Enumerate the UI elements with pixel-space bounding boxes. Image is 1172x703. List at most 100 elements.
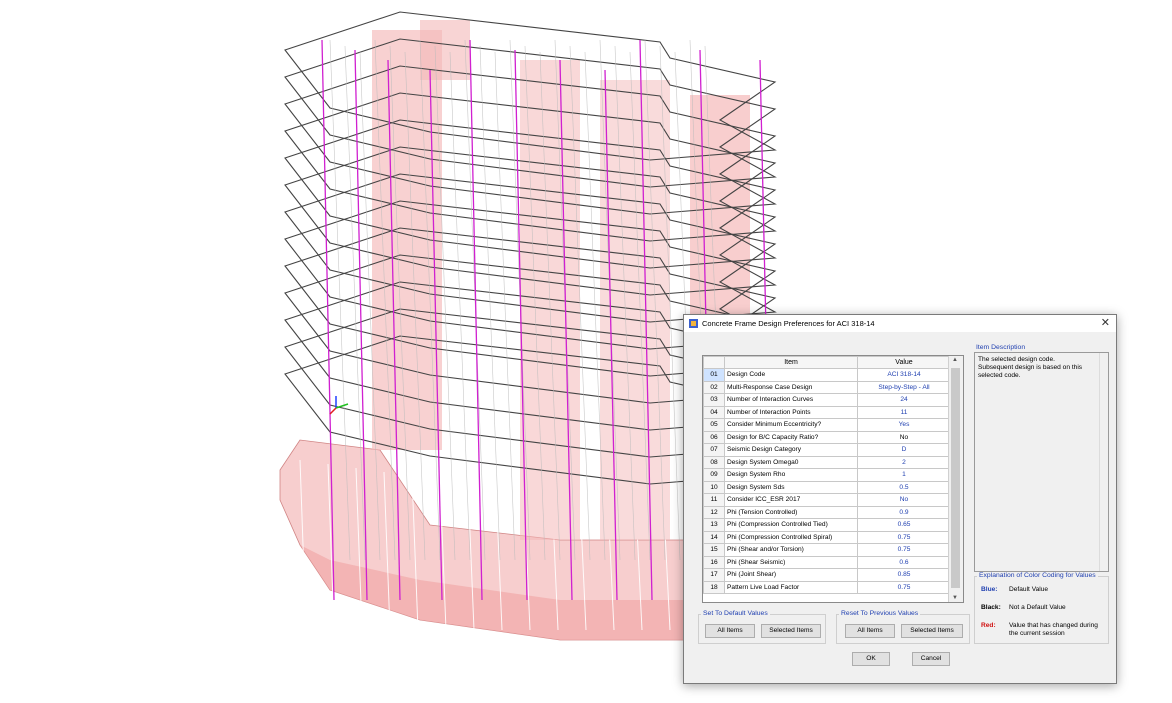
table-row[interactable]: 17 Phi (Joint Shear) 0.85 <box>703 568 951 582</box>
row-item: Design System Sds <box>724 480 858 494</box>
row-number: 16 <box>703 555 725 569</box>
concrete-frame-design-preferences-dialog: Concrete Frame Design Preferences for AC… <box>683 314 1117 684</box>
row-value[interactable]: D <box>857 443 951 457</box>
legend-red-value: Value that has changed during the curren… <box>1009 622 1098 637</box>
row-number: 04 <box>703 405 725 419</box>
row-number: 07 <box>703 443 725 457</box>
table-row[interactable]: 08 Design System Omega0 2 <box>703 455 951 469</box>
row-value[interactable]: Yes <box>857 418 951 432</box>
row-value[interactable]: 0.9 <box>857 505 951 519</box>
ok-button[interactable]: OK <box>852 652 890 666</box>
legend-black-key: Black: <box>981 604 1001 611</box>
reset-all-items-button[interactable]: All Items <box>845 624 895 638</box>
dialog-titlebar: Concrete Frame Design Preferences for AC… <box>684 315 1116 332</box>
table-row[interactable]: 06 Design for B/C Capacity Ratio? No <box>703 430 951 444</box>
close-icon[interactable]: ✕ <box>1101 316 1110 329</box>
table-row[interactable]: 03 Number of Interaction Curves 24 <box>703 393 951 407</box>
col-value-header: Value <box>857 356 951 369</box>
table-row[interactable]: 10 Design System Sds 0.5 <box>703 480 951 494</box>
row-number: 03 <box>703 393 725 407</box>
table-row[interactable]: 09 Design System Rho 1 <box>703 468 951 482</box>
row-item: Multi-Response Case Design <box>724 380 858 394</box>
row-value[interactable]: 0.6 <box>857 555 951 569</box>
row-item: Number of Interaction Points <box>724 405 858 419</box>
row-item: Phi (Joint Shear) <box>724 568 858 582</box>
scroll-thumb[interactable] <box>951 368 960 588</box>
row-number: 18 <box>703 580 725 594</box>
axis-gizmo <box>329 396 349 415</box>
row-value[interactable]: 0.65 <box>857 518 951 532</box>
row-value[interactable]: 24 <box>857 393 951 407</box>
table-row[interactable]: 11 Consider ICC_ESR 2017 No <box>703 493 951 507</box>
row-value[interactable]: 0.75 <box>857 580 951 594</box>
legend-blue-key: Blue: <box>981 586 998 593</box>
row-number: 06 <box>703 430 725 444</box>
row-number: 12 <box>703 505 725 519</box>
set-to-default-group: Set To Default Values All Items Selected… <box>698 610 826 644</box>
legend-blue-value: Default Value <box>1009 586 1049 593</box>
row-value[interactable]: No <box>857 493 951 507</box>
row-item: Design Code <box>724 368 858 382</box>
legend-black-value: Not a Default Value <box>1009 604 1066 611</box>
preferences-table: Item Value 01 Design Code ACI 318-14 02 Mult… <box>703 356 951 594</box>
table-row[interactable]: 05 Consider Minimum Eccentricity? Yes <box>703 418 951 432</box>
row-value[interactable]: 1 <box>857 468 951 482</box>
app-icon <box>689 319 698 328</box>
grid-line <box>494 51 516 561</box>
scroll-up-icon[interactable]: ▲ <box>952 357 958 363</box>
row-item: Phi (Compression Controlled Tied) <box>724 518 858 532</box>
reset-to-previous-title: Reset To Previous Values <box>839 610 921 617</box>
row-number: 09 <box>703 468 725 482</box>
row-item: Number of Interaction Curves <box>724 393 858 407</box>
row-item: Design System Omega0 <box>724 455 858 469</box>
row-number: 08 <box>703 455 725 469</box>
row-value[interactable]: 2 <box>857 455 951 469</box>
row-number: 01 <box>703 368 725 382</box>
row-item: Pattern Live Load Factor <box>724 580 858 594</box>
row-value[interactable]: 0.85 <box>857 568 951 582</box>
color-coding-legend: Explanation of Color Coding for Values B… <box>974 572 1109 644</box>
cancel-button[interactable]: Cancel <box>912 652 950 666</box>
row-number: 05 <box>703 418 725 432</box>
table-row[interactable]: 16 Phi (Shear Seismic) 0.6 <box>703 555 951 569</box>
scroll-down-icon[interactable]: ▼ <box>952 595 958 601</box>
row-item: Phi (Shear Seismic) <box>724 555 858 569</box>
row-value[interactable]: 11 <box>857 405 951 419</box>
col-item-header: Item <box>724 356 858 369</box>
row-item: Phi (Shear and/or Torsion) <box>724 543 858 557</box>
reset-to-previous-group: Reset To Previous Values All Items Selec… <box>836 610 970 644</box>
table-row[interactable]: 15 Phi (Shear and/or Torsion) 0.75 <box>703 543 951 557</box>
row-value[interactable]: 0.5 <box>857 480 951 494</box>
row-value[interactable]: ACI 318-14 <box>857 368 951 382</box>
item-description-box: The selected design code. Subsequent des… <box>974 352 1109 572</box>
row-item: Consider ICC_ESR 2017 <box>724 493 858 507</box>
table-row[interactable]: 13 Phi (Compression Controlled Tied) 0.65 <box>703 518 951 532</box>
table-row[interactable]: 07 Seismic Design Category D <box>703 443 951 457</box>
grid-scrollbar[interactable]: ▲ ▼ <box>948 356 963 602</box>
row-item: Seismic Design Category <box>724 443 858 457</box>
table-row[interactable]: 04 Number of Interaction Points 11 <box>703 405 951 419</box>
row-number: 13 <box>703 518 725 532</box>
default-all-items-button[interactable]: All Items <box>705 624 755 638</box>
row-value[interactable]: 0.75 <box>857 543 951 557</box>
row-number: 02 <box>703 380 725 394</box>
table-row[interactable]: 18 Pattern Live Load Factor 0.75 <box>703 580 951 594</box>
row-value[interactable]: No <box>857 430 951 444</box>
description-scrollbar[interactable] <box>1099 353 1108 571</box>
row-value[interactable]: Step-by-Step - All <box>857 380 951 394</box>
table-row[interactable]: 12 Phi (Tension Controlled) 0.9 <box>703 505 951 519</box>
row-number: 15 <box>703 543 725 557</box>
default-selected-items-button[interactable]: Selected Items <box>761 624 821 638</box>
table-row[interactable]: 01 Design Code ACI 318-14 <box>703 368 951 382</box>
row-item: Phi (Compression Controlled Spiral) <box>724 530 858 544</box>
row-item: Design for B/C Capacity Ratio? <box>724 430 858 444</box>
column-line <box>469 39 483 601</box>
reset-selected-items-button[interactable]: Selected Items <box>901 624 963 638</box>
col-num-header <box>703 356 725 369</box>
table-row[interactable]: 14 Phi (Compression Controlled Spiral) 0.7… <box>703 530 951 544</box>
row-item: Design System Rho <box>724 468 858 482</box>
table-row[interactable]: 02 Multi-Response Case Design Step-by-Step… <box>703 380 951 394</box>
row-value[interactable]: 0.75 <box>857 530 951 544</box>
preferences-grid[interactable]: Item Value 01 Design Code ACI 318-14 02 Mult… <box>702 355 964 603</box>
dialog-title: Concrete Frame Design Preferences for AC… <box>702 319 875 328</box>
